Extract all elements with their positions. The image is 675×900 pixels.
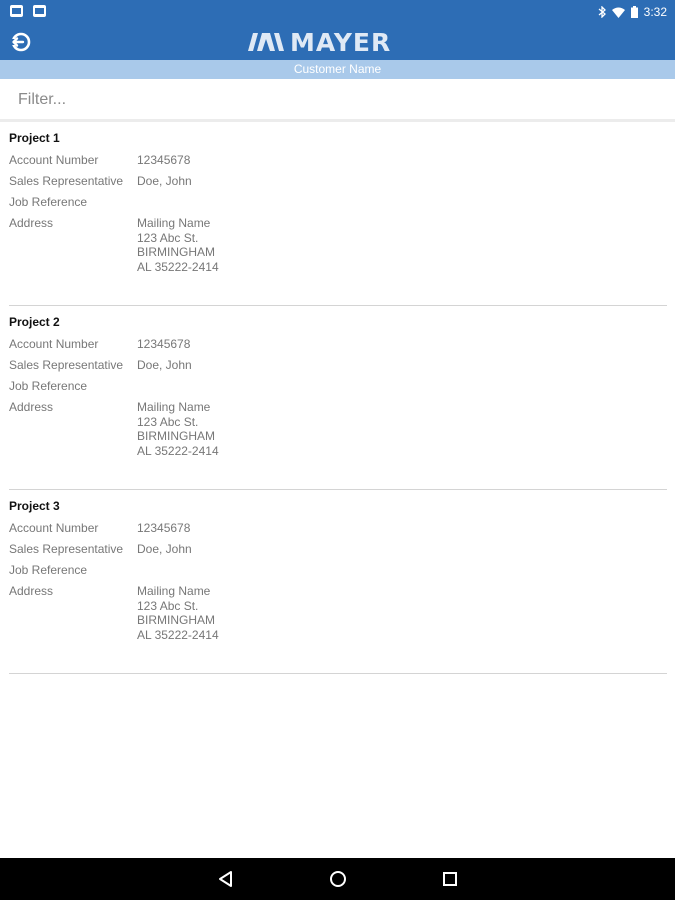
sales-rep-value: Doe, John (137, 174, 192, 188)
sales-rep-label: Sales Representative (9, 542, 124, 556)
address-value: Mailing Name 123 Abc St. BIRMINGHAM AL 3… (137, 216, 219, 274)
address-line: AL 35222-2414 (137, 259, 219, 274)
status-bar: 3:32 (0, 0, 675, 24)
account-number-value: 12345678 (137, 337, 191, 351)
screen: 3:32 MAYER Customer Name Project 1 (0, 0, 675, 900)
project-list: Project 1 Account Number 12345678 Sales … (0, 122, 675, 674)
mayer-logo: MAYER (248, 27, 392, 57)
address-line: Mailing Name (137, 216, 211, 230)
filter-input[interactable] (8, 85, 675, 115)
account-number-value: 12345678 (137, 153, 191, 167)
status-time: 3:32 (643, 5, 667, 19)
wifi-icon (611, 7, 625, 18)
project-card[interactable]: Project 1 Account Number 12345678 Sales … (9, 122, 667, 306)
address-line: AL 35222-2414 (137, 443, 219, 458)
sales-rep-value: Doe, John (137, 358, 192, 372)
address-value: Mailing Name 123 Abc St. BIRMINGHAM AL 3… (137, 400, 219, 458)
address-label: Address (9, 216, 54, 230)
project-card[interactable]: Project 2 Account Number 12345678 Sales … (9, 306, 667, 490)
account-number-label: Account Number (9, 153, 99, 167)
nav-recents-button[interactable] (439, 868, 461, 890)
app-bar: MAYER (0, 24, 675, 60)
email-notification-icon (10, 5, 23, 17)
nav-back-button[interactable] (215, 868, 237, 890)
account-number-label: Account Number (9, 521, 99, 535)
address-label: Address (9, 584, 54, 598)
project-title: Project 1 (9, 131, 60, 145)
address-line: Mailing Name (137, 584, 211, 598)
address-line: BIRMINGHAM (137, 613, 215, 627)
filter-bar (0, 79, 675, 122)
address-line: AL 35222-2414 (137, 627, 219, 642)
account-number-label: Account Number (9, 337, 99, 351)
address-line: 123 Abc St. (137, 598, 199, 613)
image-notification-icon (33, 5, 46, 17)
address-value: Mailing Name 123 Abc St. BIRMINGHAM AL 3… (137, 584, 219, 642)
mayer-logo-mark (248, 33, 284, 51)
address-line: BIRMINGHAM (137, 245, 215, 259)
address-line: BIRMINGHAM (137, 429, 215, 443)
logout-icon (11, 32, 31, 52)
recents-square-icon (443, 872, 457, 886)
status-icons: 3:32 (598, 3, 667, 21)
project-title: Project 2 (9, 315, 60, 329)
bluetooth-icon (598, 6, 606, 18)
sales-rep-label: Sales Representative (9, 358, 124, 372)
sales-rep-label: Sales Representative (9, 174, 124, 188)
project-card[interactable]: Project 3 Account Number 12345678 Sales … (9, 490, 667, 674)
address-line: 123 Abc St. (137, 414, 199, 429)
nav-home-button[interactable] (327, 868, 349, 890)
project-title: Project 3 (9, 499, 60, 513)
job-reference-label: Job Reference (9, 563, 88, 577)
address-label: Address (9, 400, 54, 414)
logout-button[interactable] (6, 27, 36, 57)
back-triangle-icon (219, 871, 232, 887)
account-number-value: 12345678 (137, 521, 191, 535)
customer-name-header: Customer Name (0, 60, 675, 79)
address-line: 123 Abc St. (137, 230, 199, 245)
sales-rep-value: Doe, John (137, 542, 192, 556)
battery-icon (630, 6, 638, 18)
home-circle-icon (330, 871, 346, 887)
logo-text: MAYER (290, 27, 392, 57)
job-reference-label: Job Reference (9, 195, 88, 209)
address-line: Mailing Name (137, 400, 211, 414)
system-nav-bar (0, 858, 675, 900)
job-reference-label: Job Reference (9, 379, 88, 393)
